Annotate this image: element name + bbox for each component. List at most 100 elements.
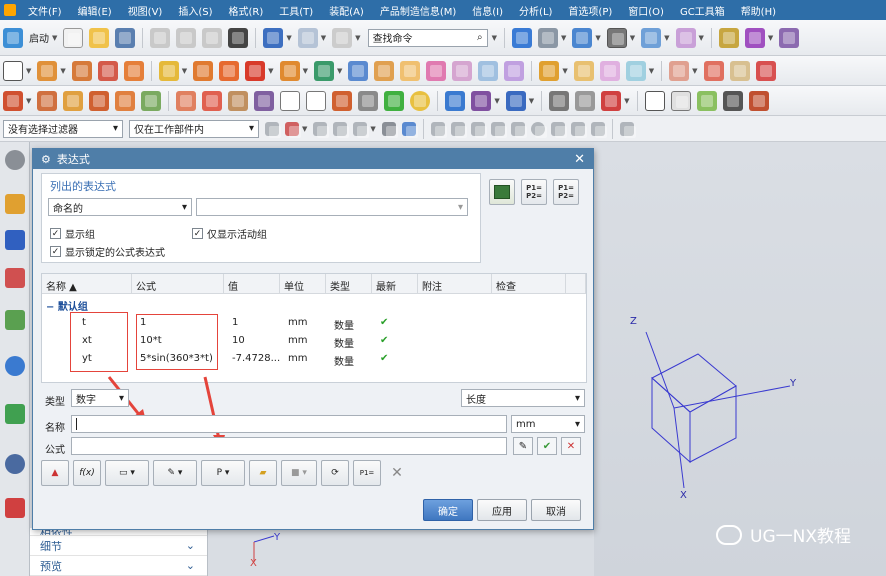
undo-icon[interactable] xyxy=(263,27,284,48)
history-icon[interactable] xyxy=(5,404,25,424)
dimension-select[interactable]: 长度 ▾ xyxy=(461,389,585,407)
feature-6-icon[interactable] xyxy=(141,90,162,111)
nav-item-details[interactable]: 细节 ⌄ xyxy=(30,536,207,556)
thicken-icon[interactable] xyxy=(539,60,560,81)
solid-select-icon[interactable] xyxy=(401,121,418,138)
background-color-icon[interactable] xyxy=(606,27,627,48)
create-interpart-button[interactable]: P ▾ xyxy=(201,460,245,486)
wcs-icon[interactable] xyxy=(718,27,739,48)
cylinder-icon[interactable] xyxy=(97,60,118,81)
menu-gc-toolbox[interactable]: GC工具箱 xyxy=(672,3,733,18)
gear-icon[interactable]: ⚙ xyxy=(41,153,51,166)
grid-icon[interactable] xyxy=(445,90,466,111)
column-header-uptodate[interactable]: 最新 xyxy=(372,274,418,294)
nav-item-preview[interactable]: 预览 ⌄ xyxy=(30,556,207,576)
feature-2-icon[interactable] xyxy=(37,90,58,111)
clock-icon[interactable] xyxy=(5,454,25,474)
menu-info[interactable]: 信息(I) xyxy=(464,3,511,18)
palette-icon[interactable] xyxy=(5,498,25,518)
expression-filter-select[interactable]: 命名的 ▾ xyxy=(48,198,192,216)
datum-icon[interactable] xyxy=(313,60,334,81)
body-select-icon[interactable] xyxy=(381,121,398,138)
apply-button[interactable]: 应用 xyxy=(477,499,527,521)
mirror-icon[interactable] xyxy=(348,60,369,81)
boss-icon[interactable] xyxy=(193,60,214,81)
reuse-library-icon[interactable] xyxy=(5,310,25,330)
csv-export-icon[interactable] xyxy=(306,90,327,111)
disabled-option-button[interactable]: ■ ▾ xyxy=(281,460,317,486)
ok-button[interactable]: 确定 xyxy=(423,499,473,521)
unit-select[interactable]: mm ▾ xyxy=(511,415,585,433)
feature-1-icon[interactable] xyxy=(3,90,23,111)
trim-body-icon[interactable] xyxy=(374,60,395,81)
import-expressions-button[interactable]: P1= P2= xyxy=(521,179,547,205)
sew-icon[interactable] xyxy=(625,60,646,81)
dialog-titlebar[interactable]: ⚙ 表达式 ✕ xyxy=(33,149,593,169)
menu-edit[interactable]: 编辑(E) xyxy=(70,3,120,18)
rectangle-select-icon[interactable] xyxy=(353,121,370,138)
rib-icon[interactable] xyxy=(245,60,266,81)
drawing-icon[interactable] xyxy=(670,90,691,111)
assembly-navigator-icon[interactable] xyxy=(5,194,25,214)
close-icon[interactable]: ✕ xyxy=(574,152,585,167)
constraint-navigator-icon[interactable] xyxy=(5,230,25,250)
show-locked-formula-checkbox[interactable]: ✓ 显示锁定的公式表达式 xyxy=(50,244,165,259)
menu-insert[interactable]: 插入(S) xyxy=(170,3,220,18)
menu-format[interactable]: 格式(R) xyxy=(221,3,272,18)
export-button[interactable]: P1= xyxy=(353,460,381,486)
pattern-icon[interactable] xyxy=(219,60,240,81)
start-icon[interactable] xyxy=(3,27,23,48)
snap-endpoint-icon[interactable] xyxy=(430,121,447,138)
accept-edit-button[interactable]: ✔ xyxy=(537,437,557,455)
menu-window[interactable]: 窗口(O) xyxy=(620,3,672,18)
screen-icon[interactable] xyxy=(722,90,743,111)
collapse-icon[interactable]: − xyxy=(46,302,54,313)
export-expressions-button[interactable]: P1= P2= xyxy=(553,179,579,205)
reference-button[interactable]: ✎ ▾ xyxy=(153,460,197,486)
more-tools-icon[interactable] xyxy=(779,27,800,48)
law-curve-icon[interactable] xyxy=(332,90,353,111)
draft-icon[interactable] xyxy=(478,60,499,81)
column-header-formula[interactable]: 公式 xyxy=(132,274,224,294)
divide-curve-icon[interactable] xyxy=(601,90,622,111)
menu-pmi[interactable]: 产品制造信息(M) xyxy=(372,3,464,18)
snap-center-icon[interactable] xyxy=(510,121,527,138)
spline-icon[interactable] xyxy=(384,90,405,111)
chamfer-icon[interactable] xyxy=(573,60,594,81)
open-file-button[interactable]: ▰ xyxy=(249,460,277,486)
offset-face-icon[interactable] xyxy=(426,60,447,81)
column-header-name[interactable]: 名称 ▲ xyxy=(42,274,132,294)
snap-curve-icon[interactable] xyxy=(590,121,607,138)
column-header-unit[interactable]: 单位 xyxy=(280,274,326,294)
unite-icon[interactable] xyxy=(669,60,690,81)
csv-import-icon[interactable] xyxy=(280,90,301,111)
offset-curve-icon[interactable] xyxy=(505,90,526,111)
move-layer-icon[interactable] xyxy=(675,27,696,48)
feature-4-icon[interactable] xyxy=(89,90,110,111)
extract-icon[interactable] xyxy=(755,60,776,81)
reject-edit-button[interactable]: ✕ xyxy=(561,437,581,455)
command-search-input[interactable]: 查找命令 ⌕ xyxy=(367,28,488,47)
split-body-icon[interactable] xyxy=(400,60,421,81)
feature-7-icon[interactable] xyxy=(176,90,197,111)
column-header-comment[interactable]: 附注 xyxy=(418,274,492,294)
cut-icon[interactable] xyxy=(150,27,171,48)
type-select[interactable]: 数字 ▾ xyxy=(71,389,129,407)
helix-icon[interactable] xyxy=(358,90,379,111)
project-curve-icon[interactable] xyxy=(471,90,492,111)
menu-assembly[interactable]: 装配(A) xyxy=(321,3,372,18)
menu-preferences[interactable]: 首选项(P) xyxy=(560,3,620,18)
select-feature-icon[interactable] xyxy=(313,121,330,138)
open-folder-icon[interactable] xyxy=(89,27,110,48)
menu-file[interactable]: 文件(F) xyxy=(20,3,70,18)
gear-icon[interactable] xyxy=(5,150,25,170)
repeat-command-icon[interactable] xyxy=(332,27,353,48)
orient-view-icon[interactable] xyxy=(572,27,593,48)
cone-icon[interactable] xyxy=(123,60,144,81)
start-menu-button[interactable]: 启动 xyxy=(29,30,49,45)
snap-settings-icon[interactable] xyxy=(619,121,636,138)
move-up-button[interactable]: ▲ xyxy=(41,460,69,486)
snap-control-icon[interactable] xyxy=(470,121,487,138)
selection-filter-select[interactable]: 没有选择过滤器 ▾ xyxy=(3,119,123,138)
delete-icon[interactable] xyxy=(228,27,249,48)
